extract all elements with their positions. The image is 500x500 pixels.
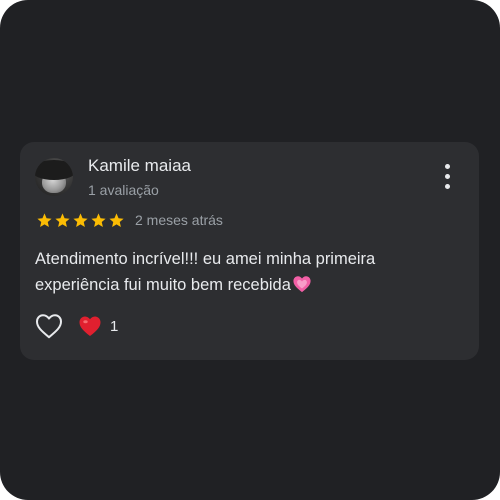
more-vert-icon	[445, 164, 450, 169]
review-card: Kamile maiaa 1 avaliação 2 meses atrás A…	[20, 142, 479, 360]
more-vert-icon-dot	[445, 174, 450, 179]
reaction-summary[interactable]: 1	[78, 314, 118, 338]
more-options-button[interactable]	[438, 164, 456, 190]
avatar[interactable]	[35, 158, 73, 196]
sparkling-heart-emoji	[293, 276, 311, 293]
star-icon	[55, 212, 70, 227]
like-button[interactable]	[35, 313, 63, 339]
author-review-count: 1 avaliação	[88, 182, 159, 198]
star-icon	[37, 212, 52, 227]
screen-background: Kamile maiaa 1 avaliação 2 meses atrás A…	[0, 0, 500, 500]
review-time: 2 meses atrás	[135, 212, 223, 228]
star-icon	[109, 212, 124, 227]
star-icon	[73, 212, 88, 227]
red-heart-emoji	[79, 316, 101, 336]
reaction-count: 1	[110, 317, 119, 335]
author-name[interactable]: Kamile maiaa	[88, 156, 191, 176]
review-text-line: Atendimento incrível!!! eu amei minha pr…	[35, 250, 376, 268]
star-rating	[36, 212, 125, 229]
more-vert-icon-dot	[445, 184, 450, 189]
star-icon	[91, 212, 106, 227]
review-text: Atendimento incrível!!! eu amei minha pr…	[35, 246, 465, 298]
review-text-line: experiência fui muito bem recebida	[35, 276, 291, 294]
rating-row: 2 meses atrás	[36, 210, 223, 230]
